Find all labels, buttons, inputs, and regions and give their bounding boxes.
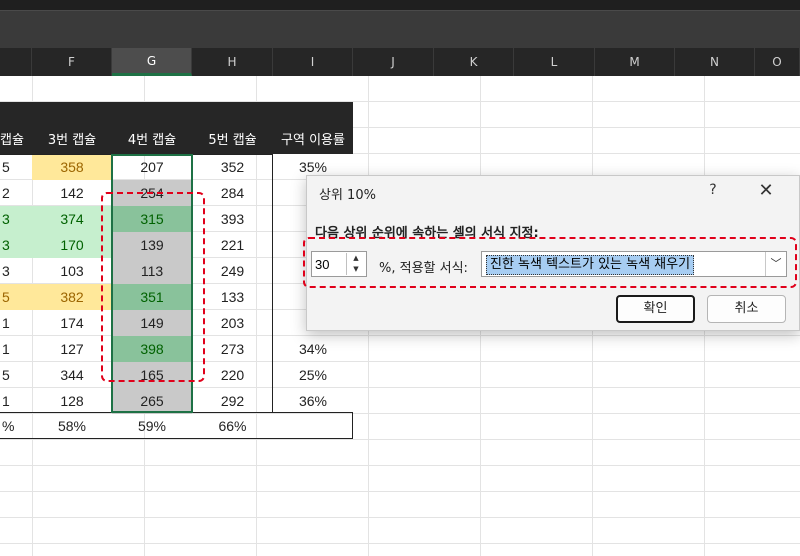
table-cell[interactable]: 273 bbox=[192, 336, 273, 362]
table-cell[interactable]: 1 bbox=[0, 388, 32, 414]
close-icon[interactable]: ✕ bbox=[753, 180, 779, 201]
column-header-k[interactable]: K bbox=[434, 48, 514, 76]
total-cell[interactable]: 59% bbox=[112, 413, 192, 439]
table-cell[interactable]: 127 bbox=[32, 336, 112, 362]
column-header-m[interactable]: M bbox=[595, 48, 675, 76]
rank-stepper[interactable]: ▲ ▼ bbox=[311, 251, 367, 277]
header-cell[interactable]: 4번 캡슐 bbox=[112, 128, 192, 154]
dialog-prompt: 다음 상위 순위에 속하는 셀의 서식 지정: bbox=[315, 226, 539, 241]
table-cell[interactable]: 149 bbox=[112, 310, 192, 336]
column-header-e[interactable] bbox=[0, 48, 32, 76]
table-cell[interactable]: 165 bbox=[112, 362, 192, 388]
table-cell[interactable]: 1 bbox=[0, 336, 32, 362]
column-header-h[interactable]: H bbox=[192, 48, 273, 76]
table-cell[interactable]: 5 bbox=[0, 362, 32, 388]
header-cell[interactable]: 구역 이용률 bbox=[273, 128, 353, 154]
table-cell[interactable]: 36% bbox=[273, 388, 353, 414]
total-cell[interactable]: % bbox=[0, 413, 32, 439]
dialog-title: 상위 10% bbox=[319, 188, 376, 203]
column-header-i[interactable]: I bbox=[273, 48, 353, 76]
chevron-down-icon[interactable]: ▼ bbox=[347, 264, 365, 275]
format-label: %, 적용할 서식: bbox=[379, 261, 468, 276]
table-cell[interactable]: 344 bbox=[32, 362, 112, 388]
column-header-o[interactable]: O bbox=[755, 48, 800, 76]
table-cell[interactable]: 221 bbox=[192, 232, 273, 258]
total-cell[interactable]: 58% bbox=[32, 413, 112, 439]
table-cell[interactable]: 292 bbox=[192, 388, 273, 414]
table-cell[interactable]: 113 bbox=[112, 258, 192, 284]
table-cell[interactable]: 284 bbox=[192, 180, 273, 206]
table-cell[interactable]: 382 bbox=[32, 284, 112, 310]
chevron-down-icon[interactable]: ﹀ bbox=[765, 252, 786, 276]
column-header-l[interactable]: L bbox=[514, 48, 595, 76]
table-cell[interactable]: 207 bbox=[112, 154, 192, 180]
table-cell[interactable]: 1 bbox=[0, 310, 32, 336]
total-cell[interactable]: 66% bbox=[192, 413, 273, 439]
top-10-percent-dialog: 상위 10% ? ✕ 다음 상위 순위에 속하는 셀의 서식 지정: ▲ ▼ %… bbox=[306, 175, 800, 331]
header-cell[interactable]: 캡슐 bbox=[0, 128, 32, 154]
header-cell[interactable]: 5번 캡슐 bbox=[192, 128, 273, 154]
help-icon[interactable]: ? bbox=[702, 182, 724, 198]
table-cell[interactable]: 374 bbox=[32, 206, 112, 232]
table-cell[interactable]: 358 bbox=[32, 154, 112, 180]
table-cell[interactable]: 2 bbox=[0, 180, 32, 206]
table-cell[interactable]: 3 bbox=[0, 258, 32, 284]
table-cell[interactable]: 351 bbox=[112, 284, 192, 310]
table-cell[interactable]: 315 bbox=[112, 206, 192, 232]
table-cell[interactable]: 393 bbox=[192, 206, 273, 232]
table-cell[interactable]: 352 bbox=[192, 154, 273, 180]
column-header-j[interactable]: J bbox=[353, 48, 434, 76]
table-cell[interactable]: 254 bbox=[112, 180, 192, 206]
table-cell[interactable]: 398 bbox=[112, 336, 192, 362]
table-cell[interactable]: 265 bbox=[112, 388, 192, 414]
title-bar bbox=[0, 0, 800, 10]
table-cell[interactable]: 174 bbox=[32, 310, 112, 336]
table-cell[interactable]: 5 bbox=[0, 284, 32, 310]
table-cell[interactable]: 5 bbox=[0, 154, 32, 180]
stepper-buttons: ▲ ▼ bbox=[346, 253, 365, 275]
column-header-g[interactable]: G bbox=[112, 48, 192, 76]
rank-input[interactable] bbox=[315, 255, 343, 273]
table-cell[interactable]: 170 bbox=[32, 232, 112, 258]
table-cell[interactable]: 220 bbox=[192, 362, 273, 388]
column-header-n[interactable]: N bbox=[675, 48, 755, 76]
table-cell[interactable]: 142 bbox=[32, 180, 112, 206]
chevron-up-icon[interactable]: ▲ bbox=[347, 253, 365, 264]
table-cell[interactable]: 128 bbox=[32, 388, 112, 414]
header-cell[interactable]: 3번 캡슐 bbox=[32, 128, 112, 154]
table-cell[interactable]: 203 bbox=[192, 310, 273, 336]
table-cell[interactable]: 133 bbox=[192, 284, 273, 310]
table-cell[interactable]: 25% bbox=[273, 362, 353, 388]
table-cell[interactable]: 249 bbox=[192, 258, 273, 284]
column-header-f[interactable]: F bbox=[32, 48, 112, 76]
format-select-value: 진한 녹색 텍스트가 있는 녹색 채우기 bbox=[486, 255, 695, 275]
table-cell[interactable]: 3 bbox=[0, 232, 32, 258]
cancel-button[interactable]: 취소 bbox=[707, 295, 786, 323]
table-cell[interactable]: 103 bbox=[32, 258, 112, 284]
table-cell[interactable]: 3 bbox=[0, 206, 32, 232]
ok-button[interactable]: 확인 bbox=[616, 295, 695, 323]
table-cell[interactable]: 34% bbox=[273, 336, 353, 362]
table-cell[interactable]: 139 bbox=[112, 232, 192, 258]
format-select[interactable]: 진한 녹색 텍스트가 있는 녹색 채우기 ﹀ bbox=[481, 251, 787, 277]
ribbon-area bbox=[0, 10, 800, 49]
